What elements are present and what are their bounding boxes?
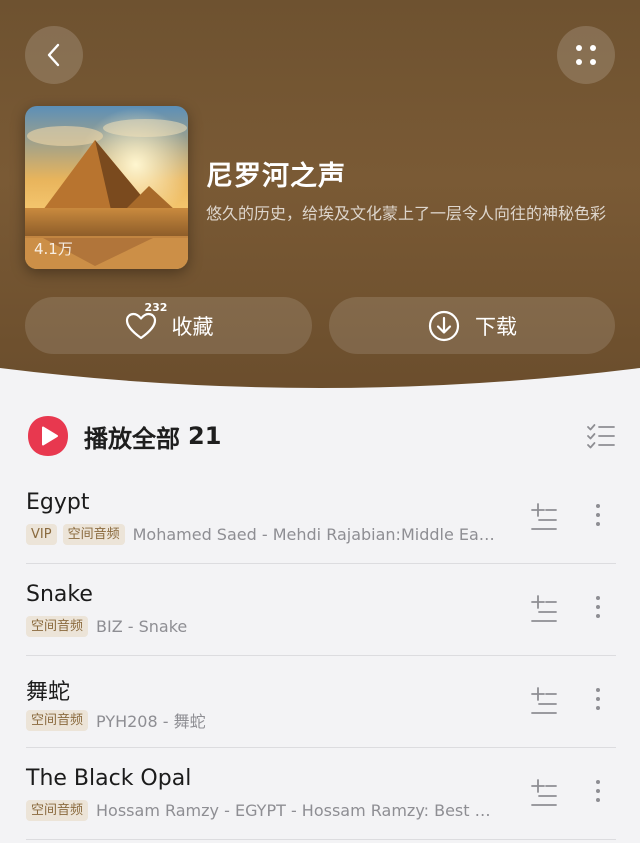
song-title: Snake <box>26 582 93 607</box>
spatial-audio-badge: 空间音频 <box>26 616 89 637</box>
vip-badge: VIP <box>26 524 57 545</box>
download-circle-icon <box>428 310 460 341</box>
spatial-audio-badge: 空间音频 <box>62 524 125 545</box>
add-list-icon[interactable] <box>531 498 557 534</box>
favorite-count: 232 <box>144 300 168 314</box>
back-button[interactable] <box>25 26 83 84</box>
add-list-icon[interactable] <box>531 590 557 626</box>
song-row[interactable]: The Black Opal 空间音频 Hossam Ramzy - EGYPT… <box>26 748 616 840</box>
song-title: 舞蛇 <box>26 680 71 705</box>
song-title: The Black Opal <box>26 766 192 791</box>
download-button[interactable]: 下载 <box>329 297 615 354</box>
spatial-audio-badge: 空间音频 <box>26 800 89 821</box>
song-artist: PYH208 - 舞蛇 <box>96 712 206 731</box>
song-row[interactable]: 舞蛇 空间音频 PYH208 - 舞蛇 <box>26 656 616 748</box>
song-title: Egypt <box>26 490 90 515</box>
more-options-button[interactable] <box>557 26 615 84</box>
playlist-cover[interactable]: 4.1万 <box>25 106 188 269</box>
song-meta: 空间音频 BIZ - Snake <box>26 616 496 637</box>
add-list-icon[interactable] <box>531 774 557 810</box>
favorite-label: 收藏 <box>171 314 214 339</box>
song-meta: 空间音频 Hossam Ramzy - EGYPT - Hossam Ramzy… <box>26 800 496 821</box>
play-all-label: 播放全部 <box>84 424 180 453</box>
song-artist: Hossam Ramzy - EGYPT - Hossam Ramzy: Bes… <box>96 801 496 820</box>
play-circle-icon <box>28 416 68 456</box>
song-meta: 空间音频 PYH208 - 舞蛇 <box>26 708 496 732</box>
playlist-description[interactable]: 悠久的历史，给埃及文化蒙上了一层令人向往的神秘色彩 <box>206 200 611 224</box>
vertical-dots-icon[interactable] <box>594 594 602 620</box>
vertical-dots-icon[interactable] <box>594 502 602 528</box>
play-all-count: 21 <box>188 422 222 450</box>
playlist-header: 4.1万 尼罗河之声 悠久的历史，给埃及文化蒙上了一层令人向往的神秘色彩 232… <box>0 0 640 400</box>
song-row[interactable]: Snake 空间音频 BIZ - Snake <box>26 564 616 656</box>
vertical-dots-icon[interactable] <box>594 778 602 804</box>
playlist-title: 尼罗河之声 <box>206 161 346 192</box>
vertical-dots-icon[interactable] <box>594 686 602 712</box>
play-all-button[interactable]: 播放全部 21 <box>26 415 221 457</box>
add-list-icon[interactable] <box>531 682 557 718</box>
chevron-left-icon <box>47 43 60 67</box>
song-meta: VIP 空间音频 Mohamed Saed - Mehdi Rajabian:M… <box>26 524 496 545</box>
spatial-audio-badge: 空间音频 <box>26 709 89 731</box>
song-row[interactable]: Egypt VIP 空间音频 Mohamed Saed - Mehdi Raja… <box>26 472 616 564</box>
song-artist: Mohamed Saed - Mehdi Rajabian:Middle Eas… <box>132 525 496 544</box>
multi-select-button[interactable] <box>586 422 616 454</box>
download-label: 下载 <box>475 314 517 339</box>
play-count: 4.1万 <box>34 240 73 258</box>
song-artist: BIZ - Snake <box>96 617 188 636</box>
four-dots-icon <box>576 45 596 65</box>
checklist-icon <box>587 424 615 449</box>
favorite-button[interactable]: 232 收藏 <box>25 297 312 354</box>
heart-icon: 232 <box>124 301 167 343</box>
